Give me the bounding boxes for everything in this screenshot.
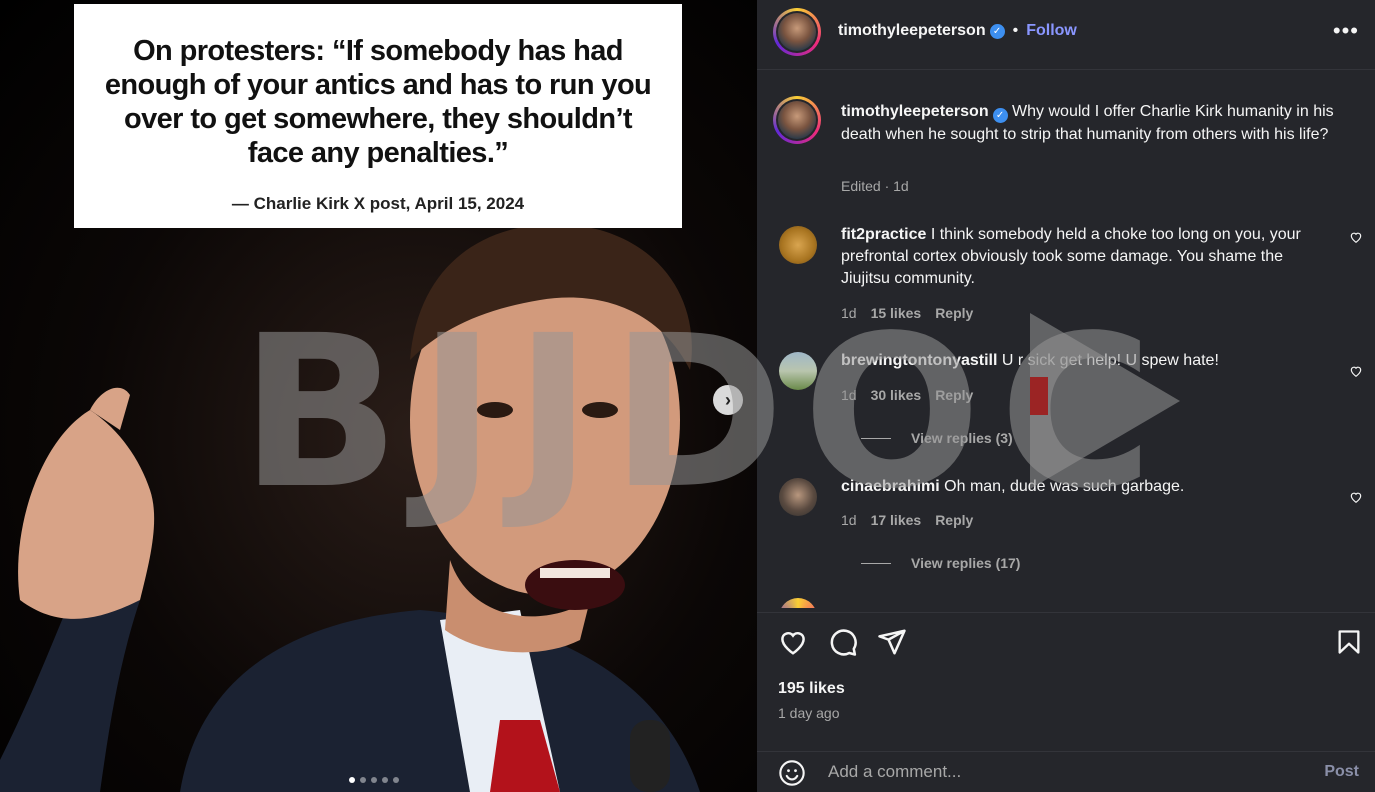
speaker-photo bbox=[0, 224, 700, 792]
comment-text-block: cinaebrahimi Oh man, dude was such garba… bbox=[841, 476, 1311, 498]
view-replies-button[interactable]: View replies (17) bbox=[861, 555, 1020, 571]
heart-icon[interactable] bbox=[1349, 490, 1363, 504]
comment-item-partial bbox=[779, 598, 1359, 608]
view-replies-button[interactable]: View replies (3) bbox=[861, 430, 1013, 446]
comment-icon bbox=[830, 629, 857, 656]
quote-text: On protesters: “If somebody has had enou… bbox=[104, 35, 652, 169]
like-button[interactable] bbox=[777, 626, 809, 658]
comment-meta: 1d 30 likes Reply bbox=[841, 387, 973, 403]
quote-card: On protesters: “If somebody has had enou… bbox=[74, 4, 682, 228]
carousel-dot bbox=[360, 777, 366, 783]
commenter-avatar[interactable] bbox=[779, 478, 817, 516]
post-media[interactable]: On protesters: “If somebody has had enou… bbox=[0, 0, 757, 792]
comment-button[interactable] bbox=[827, 626, 859, 658]
comment-text-block: fit2practice I think somebody held a cho… bbox=[841, 224, 1311, 290]
heart-icon bbox=[781, 631, 805, 655]
follow-button[interactable]: Follow bbox=[1026, 22, 1077, 40]
carousel-dots bbox=[349, 777, 399, 783]
caption-meta: Edited · 1d bbox=[841, 178, 909, 194]
carousel-dot bbox=[382, 777, 388, 783]
comment-reply-button[interactable]: Reply bbox=[935, 305, 973, 321]
share-button[interactable] bbox=[876, 626, 908, 658]
commenter-username[interactable]: cinaebrahimi bbox=[841, 478, 940, 495]
add-comment-input[interactable] bbox=[828, 762, 1288, 782]
comment-reply-button[interactable]: Reply bbox=[935, 512, 973, 528]
commenter-avatar[interactable] bbox=[779, 598, 817, 608]
add-comment-row: Post bbox=[757, 751, 1375, 792]
caption-text-block: timothyleepeterson ✓ Why would I offer Ch… bbox=[841, 100, 1361, 146]
heart-icon[interactable] bbox=[1349, 364, 1363, 378]
comment-time: 1d bbox=[841, 305, 857, 321]
commenter-avatar[interactable] bbox=[779, 352, 817, 390]
comment-likes[interactable]: 30 likes bbox=[871, 387, 922, 403]
view-replies-label: View replies (17) bbox=[911, 555, 1021, 571]
caption-username[interactable]: timothyleepeterson bbox=[841, 103, 989, 120]
post-time[interactable]: 1 day ago bbox=[778, 705, 840, 721]
post-header: timothyleepeterson ✓ • Follow ••• bbox=[757, 0, 1375, 70]
comment-likes[interactable]: 17 likes bbox=[871, 512, 922, 528]
caption-avatar[interactable] bbox=[773, 96, 821, 144]
commenter-username[interactable]: fit2practice bbox=[841, 226, 926, 243]
chevron-right-icon: › bbox=[725, 389, 731, 410]
commenter-username[interactable]: brewingtontonyastill bbox=[841, 352, 997, 369]
view-replies-label: View replies (3) bbox=[911, 430, 1013, 446]
paper-plane-icon bbox=[878, 629, 906, 655]
comment-text: Oh man, dude was such garbage. bbox=[944, 478, 1185, 495]
carousel-dot bbox=[393, 777, 399, 783]
quote-attribution: — Charlie Kirk X post, April 15, 2024 bbox=[231, 194, 525, 213]
comment-likes[interactable]: 15 likes bbox=[871, 305, 922, 321]
comment-meta: 1d 17 likes Reply bbox=[841, 512, 973, 528]
post-comment-button[interactable]: Post bbox=[1324, 763, 1359, 781]
save-button[interactable] bbox=[1333, 626, 1365, 658]
carousel-next-button[interactable]: › bbox=[713, 385, 743, 415]
commenter-avatar[interactable] bbox=[779, 226, 817, 264]
comment-text: U r sick get help! U spew hate! bbox=[1001, 352, 1219, 369]
heart-icon[interactable] bbox=[1349, 230, 1363, 244]
verified-badge-icon: ✓ bbox=[989, 23, 1005, 39]
more-options-icon[interactable]: ••• bbox=[1333, 18, 1359, 44]
comment-meta: 1d 15 likes Reply bbox=[841, 305, 973, 321]
author-username[interactable]: timothyleepeterson bbox=[838, 22, 986, 40]
comment-reply-button[interactable]: Reply bbox=[935, 387, 973, 403]
carousel-dot bbox=[349, 777, 355, 783]
comment-time: 1d bbox=[841, 512, 857, 528]
post-side-panel: timothyleepeterson ✓ • Follow ••• timoth… bbox=[757, 0, 1375, 792]
verified-badge-icon: ✓ bbox=[992, 108, 1008, 123]
post-actions: 195 likes 1 day ago Post bbox=[757, 612, 1375, 787]
comment-text-block: brewingtontonyastill U r sick get help! … bbox=[841, 350, 1311, 372]
author-avatar[interactable] bbox=[773, 8, 821, 56]
emoji-icon[interactable] bbox=[778, 759, 806, 787]
bookmark-icon bbox=[1338, 630, 1360, 654]
comment-time: 1d bbox=[841, 387, 857, 403]
separator-dot: • bbox=[1012, 22, 1019, 39]
like-count[interactable]: 195 likes bbox=[778, 680, 845, 698]
carousel-dot bbox=[371, 777, 377, 783]
